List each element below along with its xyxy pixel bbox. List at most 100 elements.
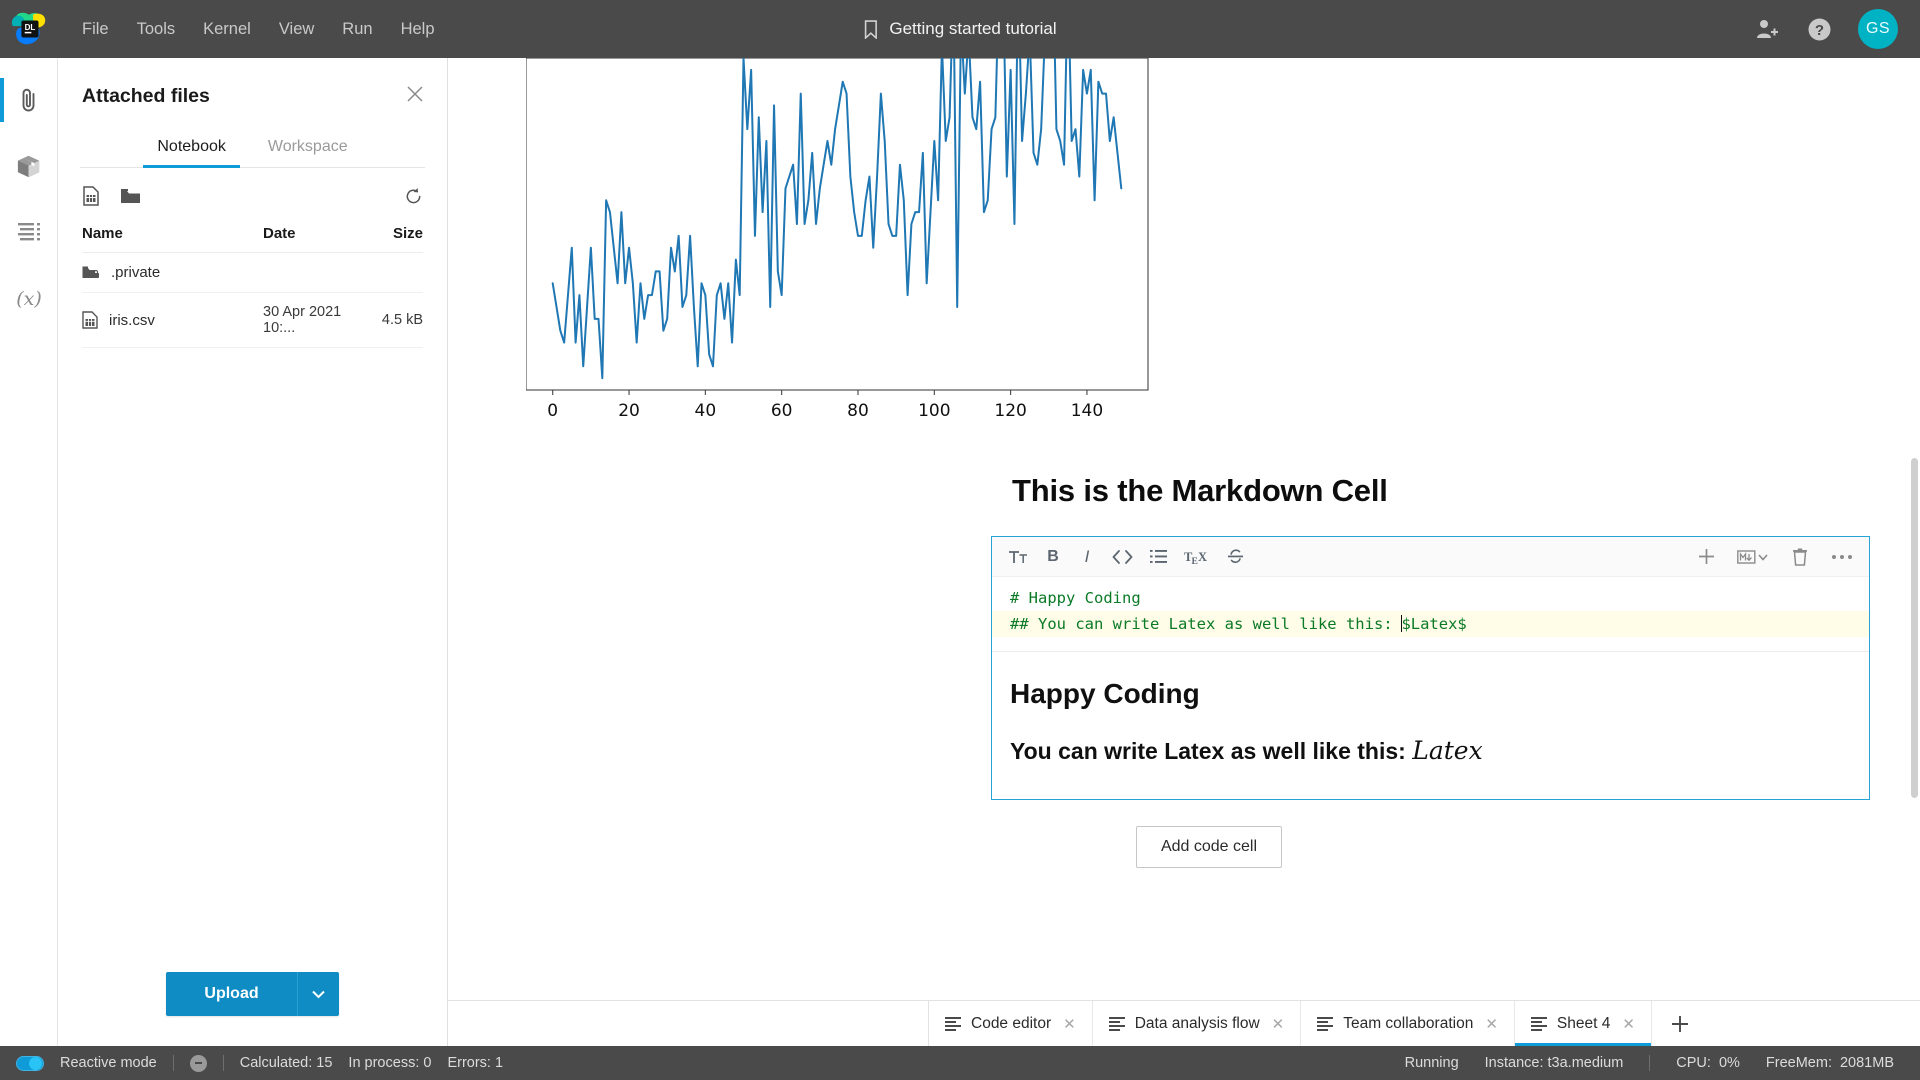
help-glyph: ? [1808, 18, 1830, 40]
cell-rendered-output: Happy Coding You can write Latex as well… [992, 652, 1869, 799]
ellipsis-icon[interactable] [1831, 544, 1853, 570]
panel-tabs: Notebook Workspace [80, 127, 425, 168]
status-left: Reactive mode Calculated: 15 In process:… [16, 1054, 504, 1072]
rendered-h2: You can write Latex as well like this: L… [1010, 736, 1851, 765]
panel-title: Attached files [82, 85, 210, 107]
divider [1649, 1055, 1651, 1071]
code-icon[interactable] [1112, 544, 1133, 570]
sheet-icon [1108, 1016, 1125, 1031]
plot-frame [526, 58, 1149, 391]
table-row[interactable]: iris.csv 30 Apr 2021 10:... 4.5 kB [82, 293, 423, 348]
divider [222, 1055, 224, 1071]
instance-type: Instance: t3a.medium [1484, 1055, 1624, 1071]
tab-workspace[interactable]: Workspace [262, 127, 354, 167]
topbar-actions: ? GS [1754, 9, 1920, 49]
code-line[interactable]: # Happy Coding [992, 585, 1869, 611]
cpu-value: 0% [1718, 1055, 1740, 1071]
close-icon[interactable]: ✕ [1485, 1015, 1498, 1033]
trash-icon[interactable] [1791, 544, 1809, 570]
new-folder-glyph [121, 189, 140, 203]
tab-team-collaboration[interactable]: Team collaboration ✕ [1301, 1001, 1515, 1046]
menu-item-file[interactable]: File [70, 13, 121, 46]
cell-type-dropdown[interactable] [1737, 544, 1769, 570]
cpu-stat: CPU: 0% [1676, 1055, 1740, 1071]
bold-icon[interactable]: B [1044, 544, 1062, 570]
app-logo[interactable]: DL [0, 10, 58, 48]
sidebar-item-outline[interactable] [0, 204, 58, 260]
x-axis-ticks: 0 20 40 60 80 100 120 140 [547, 390, 1103, 421]
attached-files-panel: Attached files Notebook Workspace Name D… [58, 58, 448, 1046]
sidebar-item-packages[interactable] [0, 138, 58, 194]
markdown-cell[interactable]: B I T E X # Happy Coding ## You can writ… [991, 536, 1870, 800]
tab-data-analysis-flow[interactable]: Data analysis flow ✕ [1093, 1001, 1302, 1046]
add-sheet-button[interactable] [1652, 1001, 1708, 1046]
help-icon[interactable]: ? [1806, 16, 1832, 42]
sidebar-item-attached-files[interactable] [0, 72, 58, 128]
cell-source-editor[interactable]: # Happy Coding ## You can write Latex as… [992, 577, 1869, 651]
text-size-glyph [1009, 550, 1027, 563]
svg-text:120: 120 [994, 401, 1026, 421]
document-title-area[interactable]: Getting started tutorial [863, 19, 1057, 39]
menu-item-kernel[interactable]: Kernel [191, 13, 263, 46]
tab-notebook[interactable]: Notebook [143, 127, 240, 168]
vertical-scrollbar[interactable] [1911, 458, 1918, 798]
menu-item-tools[interactable]: Tools [125, 13, 188, 46]
refresh-icon[interactable] [404, 187, 423, 211]
upload-button[interactable]: Upload [166, 972, 297, 1016]
add-user-icon[interactable] [1754, 16, 1780, 42]
menu-item-view[interactable]: View [267, 13, 326, 46]
memory-stat: FreeMem: 2081MB [1766, 1055, 1894, 1071]
text-size-icon[interactable] [1008, 544, 1028, 570]
column-date: Date [263, 225, 296, 242]
plus-icon[interactable] [1697, 544, 1715, 570]
new-file-icon[interactable] [82, 186, 100, 211]
package-icon [17, 155, 40, 177]
svg-text:60: 60 [771, 401, 793, 421]
close-icon[interactable]: ✕ [1063, 1015, 1076, 1033]
menu-item-help[interactable]: Help [389, 13, 447, 46]
file-name: iris.csv [109, 311, 155, 329]
rendered-h1: Happy Coding [1010, 678, 1200, 709]
calculated-count: Calculated: 15 [239, 1055, 333, 1071]
sheet-icon [1530, 1016, 1547, 1031]
outline-list-icon [17, 223, 40, 241]
ordered-list-icon[interactable] [1149, 544, 1168, 570]
tab-label: Code editor [971, 1014, 1052, 1032]
mem-label: FreeMem: [1765, 1055, 1832, 1071]
main-menu: File Tools Kernel View Run Help [70, 13, 447, 46]
files-table: Name Date Size .private iris.csv 30 Apr … [58, 219, 447, 348]
mem-value: 2081MB [1839, 1055, 1894, 1071]
locked-folder-icon [82, 266, 99, 278]
tab-sheet-4[interactable]: Sheet 4 ✕ [1514, 1001, 1652, 1046]
in-process-count: In process: 0 [348, 1055, 432, 1071]
close-icon[interactable]: ✕ [1622, 1015, 1635, 1033]
reactive-mode-toggle[interactable] [16, 1055, 44, 1071]
italic-icon[interactable]: I [1078, 544, 1096, 570]
tab-bar-spacer [448, 1001, 929, 1046]
sidebar-item-variables[interactable]: (x) [0, 270, 58, 326]
avatar[interactable]: GS [1858, 9, 1898, 49]
file-name-cell: iris.csv [82, 311, 263, 329]
tab-label: Sheet 4 [1556, 1014, 1611, 1032]
table-row[interactable]: .private [82, 253, 423, 293]
close-icon[interactable]: ✕ [1272, 1015, 1285, 1033]
tab-code-editor[interactable]: Code editor ✕ [929, 1001, 1093, 1046]
svg-text:X: X [1198, 550, 1207, 564]
close-icon[interactable] [405, 84, 425, 109]
errors-count: Errors: 1 [447, 1055, 504, 1071]
new-folder-icon[interactable] [120, 187, 141, 210]
code-line-active[interactable]: ## You can write Latex as well like this… [992, 611, 1869, 637]
chevron-down-icon [311, 990, 325, 998]
strikethrough-icon[interactable] [1226, 544, 1244, 570]
upload-dropdown-button[interactable] [296, 972, 339, 1016]
code-glyph [1112, 549, 1133, 564]
minus-badge-icon[interactable] [189, 1054, 207, 1072]
file-name: .private [111, 264, 161, 281]
bookmark-icon [864, 19, 877, 39]
tex-icon[interactable]: T E X [1184, 544, 1210, 570]
menu-item-run[interactable]: Run [330, 13, 384, 46]
column-name: Name [82, 225, 123, 242]
file-actions [58, 168, 447, 219]
file-size: 4.5 kB [381, 312, 423, 328]
add-code-cell-button[interactable]: Add code cell [1135, 826, 1283, 868]
